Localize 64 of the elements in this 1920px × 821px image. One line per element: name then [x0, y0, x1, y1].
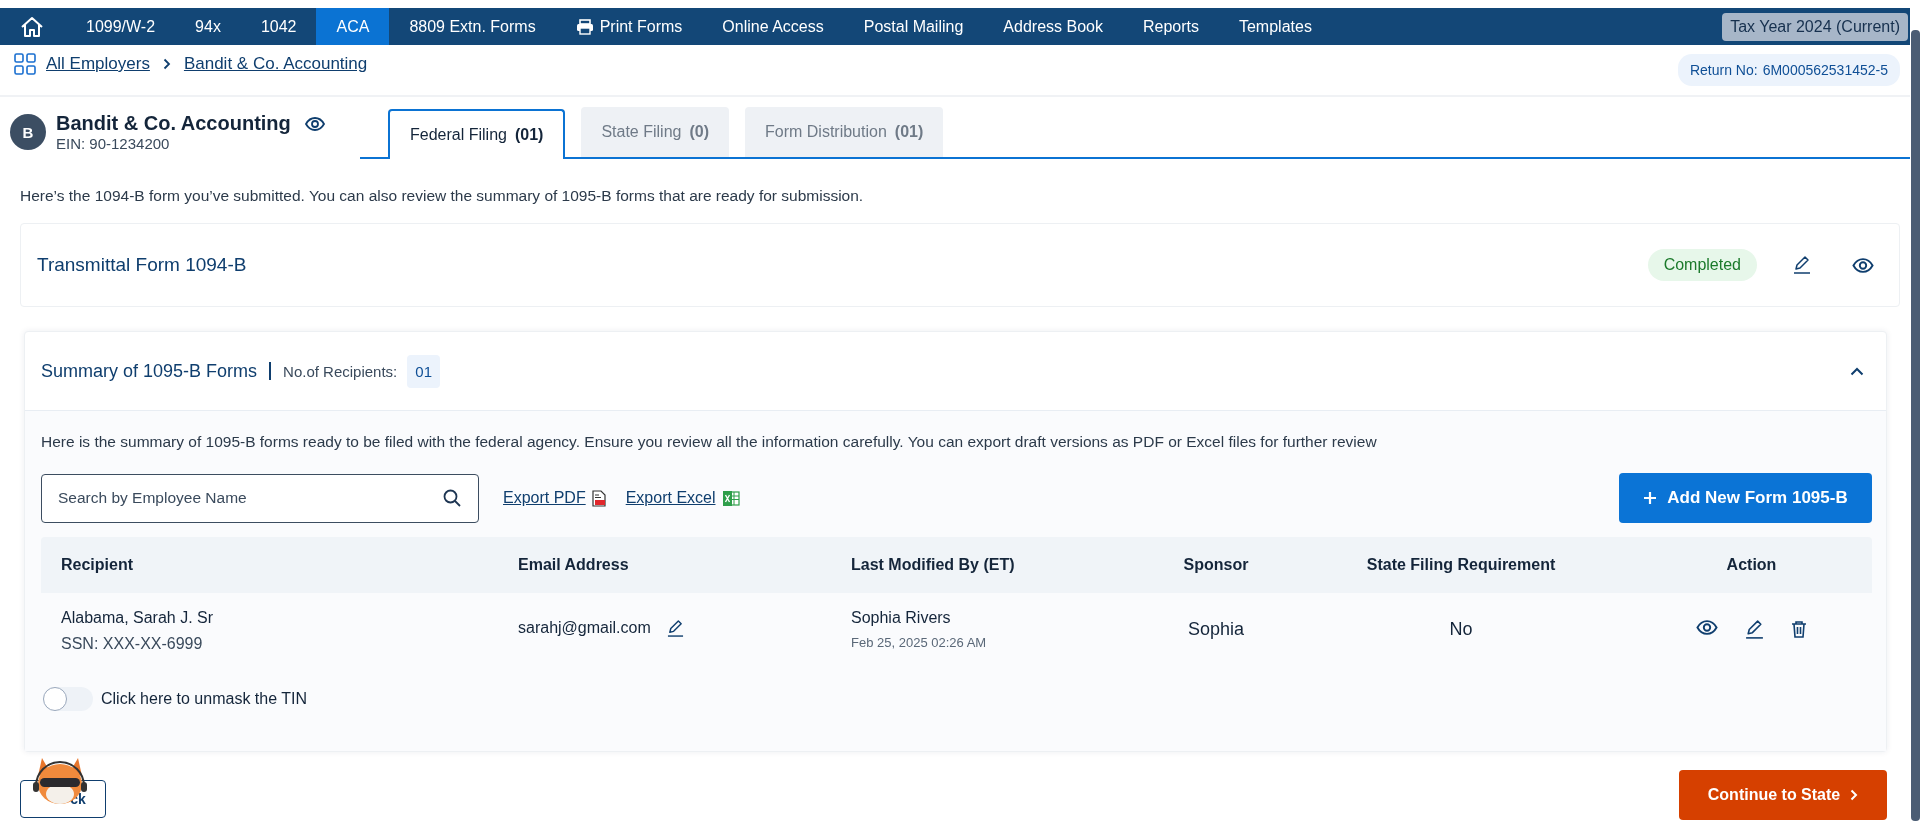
printer-icon	[575, 18, 594, 35]
export-link[interactable]: Export Excel	[625, 489, 716, 507]
modified-by: Sophia Rivers	[851, 609, 952, 627]
transmittal-title: Transmittal Form 1094-B	[37, 254, 247, 276]
return-number-badge: Return No: 6M000562531452-5	[1677, 54, 1900, 86]
scroll-bar[interactable]	[1911, 30, 1920, 821]
eye-icon[interactable]	[1695, 619, 1719, 636]
unmask-label: Click here to unmask the TIN	[101, 690, 307, 708]
chevron-up-icon[interactable]	[1850, 366, 1864, 376]
chevron-right-icon	[162, 58, 171, 70]
plus-icon	[1643, 491, 1658, 505]
nav-item[interactable]: Address Book	[983, 8, 1123, 45]
chevron-right-icon	[1850, 789, 1859, 801]
recipient-name: Alabama, Sarah J. Sr	[61, 609, 215, 627]
column-header: State Filing Requirement	[1365, 556, 1557, 574]
recipients-count: 01	[407, 354, 440, 388]
employer-avatar: B	[10, 114, 46, 150]
continue-button[interactable]: Continue to State	[1679, 770, 1887, 820]
edit-icon[interactable]	[1793, 255, 1811, 275]
home-icon	[20, 15, 44, 38]
pdf-file-icon	[591, 489, 606, 507]
nav-item[interactable]: 1042	[240, 8, 317, 45]
export-link[interactable]: Export PDF	[503, 489, 586, 507]
recipient-email: sarahj@gmail.com	[518, 619, 651, 637]
breadcrumb-link[interactable]: All Employers	[46, 54, 150, 74]
trash-icon[interactable]	[1790, 619, 1808, 639]
recipients-label: No.of Recipients:	[283, 362, 398, 380]
eye-icon[interactable]	[302, 115, 327, 132]
spreadsheet-icon	[721, 489, 740, 507]
nav-item[interactable]: 1099/W-2	[66, 8, 176, 45]
nav-item[interactable]: Templates	[1218, 8, 1332, 45]
tax-year-button[interactable]: Tax Year 2024 (Current)	[1722, 12, 1908, 41]
nav-item[interactable]: Print Forms	[555, 8, 703, 45]
nav-item[interactable]: ACA	[316, 8, 390, 45]
employer-ein: EIN: 90-1234200	[56, 135, 171, 152]
toggle-switch[interactable]	[43, 687, 93, 711]
status-badge: Completed	[1647, 249, 1757, 281]
modified-time: Feb 25, 2025 02:26 AM	[851, 635, 988, 650]
edit-icon[interactable]	[666, 619, 684, 638]
column-header: Last Modified By (ET)	[850, 556, 1016, 574]
search-field[interactable]: Search by Employee Name	[41, 473, 479, 523]
eye-icon[interactable]	[1851, 256, 1875, 274]
filing-tab[interactable]: Federal Filing (01)	[388, 109, 566, 159]
intro-text: Here’s the 1094-B form you’ve submitted. You can also review the summary of 1095-B forms that are ready for submission.	[20, 187, 865, 205]
nav-item[interactable]: Online Access	[702, 8, 844, 45]
column-header: Action	[1725, 556, 1778, 574]
summary-title: Summary of 1095-B Forms	[41, 360, 258, 382]
column-header: Email Address	[517, 556, 630, 574]
nav-item[interactable]: Reports	[1122, 8, 1219, 45]
state-filing-value: No	[1449, 619, 1473, 641]
search-icon[interactable]	[443, 488, 461, 507]
recipient-ssn: SSN: XXX-XX-6999	[61, 635, 204, 653]
nav-item[interactable]: Postal Mailing	[843, 8, 984, 45]
column-header: Sponsor	[1182, 556, 1250, 574]
nav-item[interactable]: 94x	[175, 8, 241, 45]
nav-item[interactable]: 8809 Extn. Forms	[389, 8, 556, 45]
add-form-button[interactable]: Add New Form 1095-B	[1619, 473, 1872, 523]
employer-name: Bandit & Co. Accounting	[56, 112, 291, 135]
summary-description: Here is the summary of 1095-B forms ready to be filed with the federal agency. Ensure you review all the information carefully. You can export draft versions as PDF or Excel files for further review	[41, 433, 1378, 451]
breadcrumb-link[interactable]: Bandit & Co. Accounting	[183, 54, 368, 74]
column-header: Recipient	[60, 556, 134, 574]
edit-icon[interactable]	[1745, 619, 1764, 640]
sponsor-name: Sophia	[1187, 619, 1245, 641]
grid-icon	[14, 53, 36, 75]
